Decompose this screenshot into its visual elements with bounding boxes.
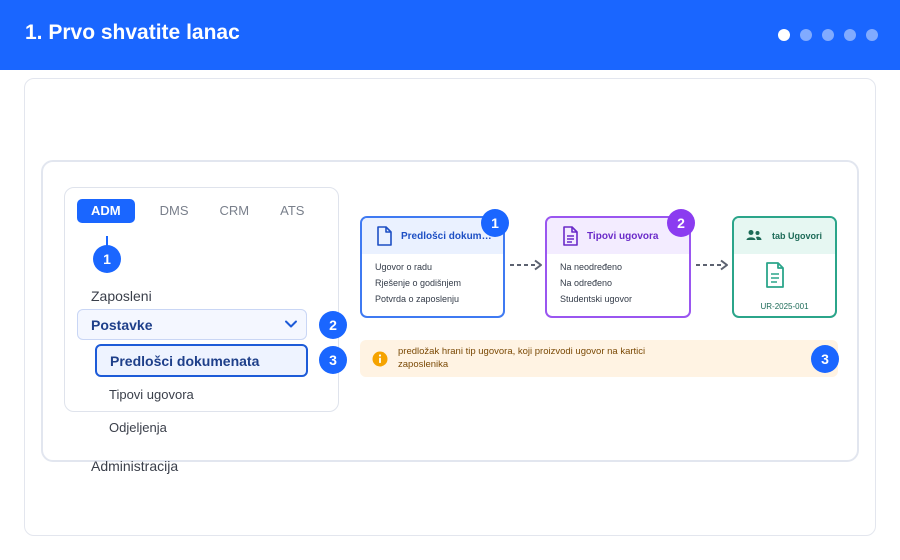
card-line: Potvrda o zaposlenju: [375, 294, 460, 304]
document-icon: [377, 226, 392, 246]
page-title: 1. Prvo shvatite lanac: [25, 21, 240, 44]
tab-ats[interactable]: ATS: [280, 199, 304, 223]
card-line: Studentski ugovor: [560, 294, 633, 304]
pagination-dot-1[interactable]: [778, 29, 790, 41]
note-text: predložak hrani tip ugovora, koji proizv…: [398, 346, 646, 370]
card-title: Predlošci dokumenata: [401, 231, 493, 242]
card-line: Na neodređeno: [560, 262, 623, 272]
tab-crm[interactable]: CRM: [220, 199, 250, 223]
card-line: Rješenje o godišnjem: [375, 278, 462, 288]
sidebar-item-zaposleni[interactable]: Zaposleni: [91, 288, 152, 304]
card-line: Na određeno: [560, 278, 613, 288]
pagination-dot-5[interactable]: [866, 29, 878, 41]
contract-code: UR-2025-001: [760, 302, 809, 311]
step-badge-3: 3: [319, 346, 347, 374]
sidebar-item-label: Postavke: [91, 317, 153, 333]
chevron-down-icon: [285, 320, 297, 328]
dashed-arrow-icon: [510, 259, 542, 271]
sidebar-item-administracija[interactable]: Administracija: [91, 458, 178, 474]
pagination-dot-2[interactable]: [800, 29, 812, 41]
pagination-dot-4[interactable]: [844, 29, 856, 41]
step-badge-1: 1: [93, 245, 121, 273]
step-badge-2: 2: [319, 311, 347, 339]
card-header: tab Ugovori: [734, 218, 835, 254]
sidebar-item-tipovi[interactable]: Tipovi ugovora: [109, 387, 194, 402]
contract-document-icon: [766, 262, 784, 288]
module-tabs: ADM DMS CRM ATS: [77, 199, 335, 223]
card-title: tab Ugovori: [772, 231, 823, 241]
card-line: Ugovor o radu: [375, 262, 433, 272]
sidebar-item-postavke[interactable]: Postavke: [77, 309, 307, 340]
step-badge-2: 2: [667, 209, 695, 237]
slide-header: 1. Prvo shvatite lanac: [0, 0, 900, 70]
pagination-dot-3[interactable]: [822, 29, 834, 41]
step-badge-1: 1: [481, 209, 509, 237]
tab-adm[interactable]: ADM: [77, 199, 135, 223]
document-lines-icon: [563, 226, 578, 246]
card-title: Tipovi ugovora: [587, 231, 659, 242]
step-badge-3: 3: [811, 345, 839, 373]
sidebar-item-predlosci[interactable]: Predlošci dokumenata: [95, 344, 308, 377]
users-icon: [746, 230, 762, 240]
sidebar-item-odjeljenja[interactable]: Odjeljenja: [109, 420, 167, 435]
explanation-note: predložak hrani tip ugovora, koji proizv…: [360, 340, 838, 377]
info-icon: [372, 351, 388, 367]
pagination-dots: [778, 29, 878, 41]
sidebar-item-label: Predlošci dokumenata: [110, 353, 260, 369]
dashed-arrow-icon: [696, 259, 728, 271]
tab-dms[interactable]: DMS: [160, 199, 189, 223]
flow-card-contracts-tab: tab Ugovori UR-2025-001: [732, 216, 837, 318]
